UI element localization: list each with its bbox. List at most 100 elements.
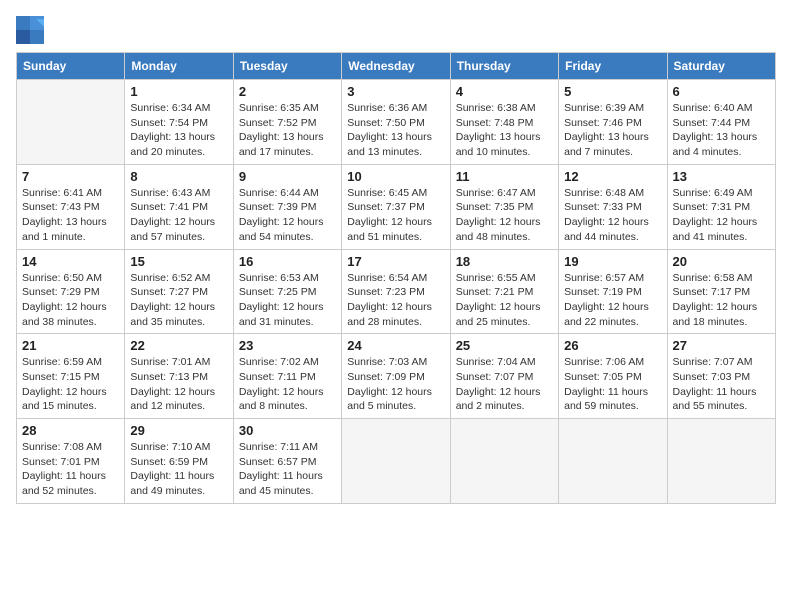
calendar-cell: 2 Sunrise: 6:35 AMSunset: 7:52 PMDaylight… (233, 80, 341, 165)
day-number: 9 (239, 169, 336, 184)
day-info: Sunrise: 6:38 AMSunset: 7:48 PMDaylight:… (456, 101, 553, 160)
day-info: Sunrise: 6:43 AMSunset: 7:41 PMDaylight:… (130, 186, 227, 245)
calendar-cell (342, 419, 450, 504)
day-info: Sunrise: 7:03 AMSunset: 7:09 PMDaylight:… (347, 355, 444, 414)
calendar-cell: 6 Sunrise: 6:40 AMSunset: 7:44 PMDaylight… (667, 80, 775, 165)
day-number: 29 (130, 423, 227, 438)
day-number: 19 (564, 254, 661, 269)
day-info: Sunrise: 7:07 AMSunset: 7:03 PMDaylight:… (673, 355, 770, 414)
day-number: 24 (347, 338, 444, 353)
calendar-table: SundayMondayTuesdayWednesdayThursdayFrid… (16, 52, 776, 504)
calendar-cell: 23 Sunrise: 7:02 AMSunset: 7:11 PMDayligh… (233, 334, 341, 419)
day-number: 16 (239, 254, 336, 269)
logo (16, 16, 46, 44)
calendar-cell: 21 Sunrise: 6:59 AMSunset: 7:15 PMDayligh… (17, 334, 125, 419)
column-header-sunday: Sunday (17, 53, 125, 80)
day-number: 12 (564, 169, 661, 184)
week-row-4: 21 Sunrise: 6:59 AMSunset: 7:15 PMDayligh… (17, 334, 776, 419)
day-info: Sunrise: 6:57 AMSunset: 7:19 PMDaylight:… (564, 271, 661, 330)
day-number: 15 (130, 254, 227, 269)
column-header-wednesday: Wednesday (342, 53, 450, 80)
day-number: 30 (239, 423, 336, 438)
day-number: 8 (130, 169, 227, 184)
day-number: 1 (130, 84, 227, 99)
calendar-cell (559, 419, 667, 504)
calendar-cell: 13 Sunrise: 6:49 AMSunset: 7:31 PMDayligh… (667, 164, 775, 249)
calendar-cell: 14Sunrise: 6:50 AMSunset: 7:29 PMDayligh… (17, 249, 125, 334)
day-number: 14 (22, 254, 119, 269)
day-number: 26 (564, 338, 661, 353)
day-number: 17 (347, 254, 444, 269)
column-header-monday: Monday (125, 53, 233, 80)
calendar-cell: 18Sunrise: 6:55 AMSunset: 7:21 PMDayligh… (450, 249, 558, 334)
day-info: Sunrise: 6:54 AMSunset: 7:23 PMDaylight:… (347, 271, 444, 330)
day-info: Sunrise: 6:47 AMSunset: 7:35 PMDaylight:… (456, 186, 553, 245)
day-info: Sunrise: 6:36 AMSunset: 7:50 PMDaylight:… (347, 101, 444, 160)
day-info: Sunrise: 6:41 AMSunset: 7:43 PMDaylight:… (22, 186, 119, 245)
day-info: Sunrise: 6:49 AMSunset: 7:31 PMDaylight:… (673, 186, 770, 245)
day-info: Sunrise: 6:39 AMSunset: 7:46 PMDaylight:… (564, 101, 661, 160)
day-info: Sunrise: 6:40 AMSunset: 7:44 PMDaylight:… (673, 101, 770, 160)
day-info: Sunrise: 7:08 AMSunset: 7:01 PMDaylight:… (22, 440, 119, 499)
calendar-cell: 4Sunrise: 6:38 AMSunset: 7:48 PMDaylight… (450, 80, 558, 165)
calendar-cell: 12Sunrise: 6:48 AMSunset: 7:33 PMDayligh… (559, 164, 667, 249)
day-number: 6 (673, 84, 770, 99)
day-info: Sunrise: 6:35 AMSunset: 7:52 PMDaylight:… (239, 101, 336, 160)
calendar-cell: 10 Sunrise: 6:45 AMSunset: 7:37 PMDayligh… (342, 164, 450, 249)
day-number: 28 (22, 423, 119, 438)
calendar-cell: 25 Sunrise: 7:04 AMSunset: 7:07 PMDayligh… (450, 334, 558, 419)
day-number: 23 (239, 338, 336, 353)
day-info: Sunrise: 7:06 AMSunset: 7:05 PMDaylight:… (564, 355, 661, 414)
day-info: Sunrise: 7:02 AMSunset: 7:11 PMDaylight:… (239, 355, 336, 414)
calendar-cell: 7 Sunrise: 6:41 AMSunset: 7:43 PMDaylight… (17, 164, 125, 249)
day-number: 2 (239, 84, 336, 99)
day-number: 3 (347, 84, 444, 99)
calendar-cell: 27Sunrise: 7:07 AMSunset: 7:03 PMDayligh… (667, 334, 775, 419)
calendar-cell: 30 Sunrise: 7:11 AMSunset: 6:57 PMDayligh… (233, 419, 341, 504)
calendar-cell: 1 Sunrise: 6:34 AMSunset: 7:54 PMDaylight… (125, 80, 233, 165)
day-info: Sunrise: 7:11 AMSunset: 6:57 PMDaylight:… (239, 440, 336, 499)
week-row-2: 7 Sunrise: 6:41 AMSunset: 7:43 PMDaylight… (17, 164, 776, 249)
day-number: 13 (673, 169, 770, 184)
day-info: Sunrise: 6:59 AMSunset: 7:15 PMDaylight:… (22, 355, 119, 414)
calendar-cell: 22 Sunrise: 7:01 AMSunset: 7:13 PMDayligh… (125, 334, 233, 419)
calendar-cell: 19 Sunrise: 6:57 AMSunset: 7:19 PMDayligh… (559, 249, 667, 334)
day-number: 10 (347, 169, 444, 184)
day-number: 11 (456, 169, 553, 184)
day-info: Sunrise: 7:10 AMSunset: 6:59 PMDaylight:… (130, 440, 227, 499)
day-number: 21 (22, 338, 119, 353)
day-number: 20 (673, 254, 770, 269)
day-info: Sunrise: 7:04 AMSunset: 7:07 PMDaylight:… (456, 355, 553, 414)
column-header-thursday: Thursday (450, 53, 558, 80)
logo-icon (16, 16, 44, 44)
day-info: Sunrise: 6:53 AMSunset: 7:25 PMDaylight:… (239, 271, 336, 330)
calendar-cell: 17 Sunrise: 6:54 AMSunset: 7:23 PMDayligh… (342, 249, 450, 334)
day-info: Sunrise: 6:34 AMSunset: 7:54 PMDaylight:… (130, 101, 227, 160)
day-info: Sunrise: 6:58 AMSunset: 7:17 PMDaylight:… (673, 271, 770, 330)
calendar-cell: 20 Sunrise: 6:58 AMSunset: 7:17 PMDayligh… (667, 249, 775, 334)
calendar-cell: 24 Sunrise: 7:03 AMSunset: 7:09 PMDayligh… (342, 334, 450, 419)
day-number: 25 (456, 338, 553, 353)
day-info: Sunrise: 6:44 AMSunset: 7:39 PMDaylight:… (239, 186, 336, 245)
day-number: 22 (130, 338, 227, 353)
calendar-cell: 8 Sunrise: 6:43 AMSunset: 7:41 PMDaylight… (125, 164, 233, 249)
week-row-3: 14Sunrise: 6:50 AMSunset: 7:29 PMDayligh… (17, 249, 776, 334)
day-info: Sunrise: 6:55 AMSunset: 7:21 PMDaylight:… (456, 271, 553, 330)
calendar-cell: 3 Sunrise: 6:36 AMSunset: 7:50 PMDaylight… (342, 80, 450, 165)
calendar-cell: 5 Sunrise: 6:39 AMSunset: 7:46 PMDaylight… (559, 80, 667, 165)
calendar-cell (667, 419, 775, 504)
column-header-tuesday: Tuesday (233, 53, 341, 80)
calendar-cell: 15 Sunrise: 6:52 AMSunset: 7:27 PMDayligh… (125, 249, 233, 334)
calendar-cell: 11 Sunrise: 6:47 AMSunset: 7:35 PMDayligh… (450, 164, 558, 249)
day-info: Sunrise: 6:45 AMSunset: 7:37 PMDaylight:… (347, 186, 444, 245)
column-header-friday: Friday (559, 53, 667, 80)
calendar-cell: 29 Sunrise: 7:10 AMSunset: 6:59 PMDayligh… (125, 419, 233, 504)
calendar-cell: 9 Sunrise: 6:44 AMSunset: 7:39 PMDaylight… (233, 164, 341, 249)
day-number: 7 (22, 169, 119, 184)
calendar-cell (17, 80, 125, 165)
calendar-cell: 16 Sunrise: 6:53 AMSunset: 7:25 PMDayligh… (233, 249, 341, 334)
day-info: Sunrise: 6:52 AMSunset: 7:27 PMDaylight:… (130, 271, 227, 330)
day-info: Sunrise: 7:01 AMSunset: 7:13 PMDaylight:… (130, 355, 227, 414)
week-row-5: 28 Sunrise: 7:08 AMSunset: 7:01 PMDayligh… (17, 419, 776, 504)
day-number: 5 (564, 84, 661, 99)
